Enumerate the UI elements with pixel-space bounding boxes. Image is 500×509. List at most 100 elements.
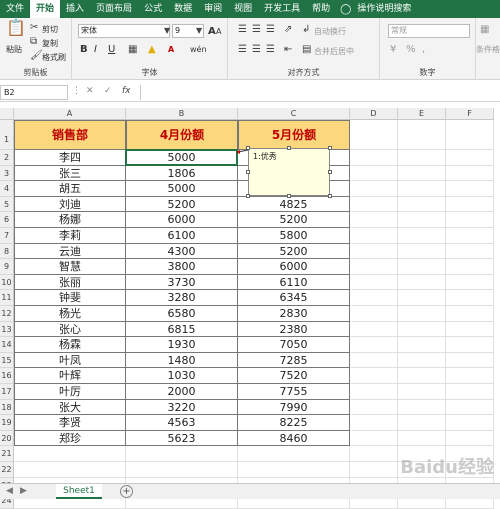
conditional-format-button[interactable]: 条件格 — [476, 44, 500, 55]
table-cell[interactable]: 5200 — [126, 196, 238, 213]
table-cell[interactable] — [350, 150, 398, 166]
table-cell[interactable]: 钟斐 — [14, 290, 126, 306]
table-cell[interactable]: 李莉 — [14, 228, 126, 244]
table-cell[interactable] — [350, 415, 398, 431]
column-header-d[interactable]: D — [350, 108, 398, 120]
table-cell[interactable] — [350, 321, 398, 338]
name-box[interactable]: B2 — [0, 85, 68, 100]
row-header[interactable]: 14 — [0, 337, 14, 353]
format-painter-button[interactable]: 格式刷 — [42, 52, 66, 63]
table-cell[interactable]: 郑珍 — [14, 430, 126, 447]
currency-icon[interactable]: ¥ — [390, 44, 396, 56]
table-cell[interactable] — [350, 384, 398, 400]
number-format-select[interactable]: 常规 — [388, 24, 470, 38]
table-cell[interactable] — [350, 368, 398, 384]
table-cell[interactable] — [398, 384, 446, 400]
cell-comment[interactable]: 1:优秀 — [248, 148, 330, 196]
table-cell[interactable] — [350, 274, 398, 291]
row-header[interactable]: 13 — [0, 321, 14, 338]
resize-handle[interactable] — [246, 194, 250, 198]
align-bottom-icon[interactable]: ☰ — [266, 24, 275, 36]
table-cell[interactable] — [446, 181, 494, 197]
row-header[interactable]: 11 — [0, 290, 14, 306]
wrap-text-button[interactable]: 自动换行 — [314, 26, 346, 37]
table-cell[interactable] — [398, 290, 446, 306]
tab-view[interactable]: 视图 — [228, 0, 258, 18]
table-cell[interactable] — [398, 337, 446, 353]
row-header[interactable]: 10 — [0, 274, 14, 291]
scissors-icon[interactable]: ✂ — [30, 22, 38, 34]
table-cell[interactable] — [398, 415, 446, 431]
table-cell[interactable]: 张三 — [14, 165, 126, 182]
row-header[interactable]: 2 — [0, 150, 14, 166]
next-sheet-icon[interactable]: ▶ — [20, 486, 27, 496]
borders-icon[interactable]: ▦ — [128, 44, 137, 56]
cancel-icon[interactable]: ✕ — [86, 86, 94, 96]
align-center-icon[interactable]: ☰ — [252, 44, 261, 56]
tell-me-search[interactable]: 操作说明搜索 — [351, 0, 417, 18]
table-cell[interactable]: 叶辉 — [14, 368, 126, 384]
table-cell[interactable] — [446, 120, 494, 150]
table-cell[interactable] — [398, 430, 446, 447]
column-header-b[interactable]: B — [126, 108, 238, 120]
table-cell[interactable] — [398, 259, 446, 275]
table-cell[interactable] — [350, 430, 398, 447]
table-cell[interactable] — [350, 212, 398, 228]
table-cell[interactable]: 5800 — [238, 228, 350, 244]
table-cell[interactable] — [350, 228, 398, 244]
table-cell[interactable]: 6000 — [238, 259, 350, 275]
row-header[interactable]: 17 — [0, 384, 14, 400]
chevron-down-icon[interactable]: ▼ — [164, 25, 170, 37]
table-cell[interactable]: 李四 — [14, 150, 126, 166]
row-header[interactable]: 8 — [0, 243, 14, 260]
table-cell[interactable]: 张心 — [14, 321, 126, 338]
table-cell[interactable]: 2380 — [238, 321, 350, 338]
grow-font-button[interactable]: A — [208, 26, 216, 37]
table-cell[interactable]: 张丽 — [14, 274, 126, 291]
table-cell[interactable] — [14, 462, 126, 478]
percent-icon[interactable]: % — [406, 44, 416, 56]
table-cell[interactable] — [398, 352, 446, 369]
table-cell[interactable]: 1030 — [126, 368, 238, 384]
table-cell[interactable]: 5200 — [238, 212, 350, 228]
merge-center-button[interactable]: 合并后居中 — [314, 46, 354, 57]
table-cell[interactable]: 8460 — [238, 430, 350, 447]
resize-handle[interactable] — [287, 194, 291, 198]
table-cell[interactable] — [398, 196, 446, 213]
table-cell[interactable]: 1480 — [126, 352, 238, 369]
underline-button[interactable]: U — [108, 44, 115, 55]
table-cell[interactable] — [350, 462, 398, 478]
table-cell[interactable]: 7990 — [238, 399, 350, 416]
table-cell[interactable]: 叶凤 — [14, 352, 126, 369]
resize-handle[interactable] — [328, 170, 332, 174]
tab-file[interactable]: 文件 — [0, 0, 30, 18]
row-header[interactable]: 20 — [0, 430, 14, 447]
table-cell[interactable]: 7050 — [238, 337, 350, 353]
chevron-down-icon[interactable]: ▼ — [196, 25, 202, 37]
row-header[interactable]: 21 — [0, 446, 14, 462]
tab-formulas[interactable]: 公式 — [138, 0, 168, 18]
table-cell[interactable] — [14, 446, 126, 462]
row-header[interactable]: 1 — [0, 120, 14, 150]
align-top-icon[interactable]: ☰ — [238, 24, 247, 36]
resize-handle[interactable] — [328, 146, 332, 150]
table-cell[interactable]: 叶厉 — [14, 384, 126, 400]
row-header[interactable]: 15 — [0, 352, 14, 369]
table-cell[interactable]: 2830 — [238, 306, 350, 322]
indent-icon[interactable]: ⇤ — [284, 44, 292, 56]
table-cell[interactable]: 8225 — [238, 415, 350, 431]
table-cell[interactable]: 1930 — [126, 337, 238, 353]
table-cell[interactable]: 3800 — [126, 259, 238, 275]
table-cell[interactable]: 1806 — [126, 165, 238, 182]
table-cell[interactable] — [446, 430, 494, 447]
table-cell[interactable]: 6110 — [238, 274, 350, 291]
table-cell[interactable]: 智慧 — [14, 259, 126, 275]
shrink-font-button[interactable]: A — [216, 27, 221, 36]
table-cell[interactable]: 刘迪 — [14, 196, 126, 213]
table-cell[interactable] — [446, 399, 494, 416]
table-cell[interactable] — [398, 150, 446, 166]
prev-sheet-icon[interactable]: ◀ — [6, 486, 13, 496]
row-header[interactable]: 19 — [0, 415, 14, 431]
table-cell[interactable]: 李贤 — [14, 415, 126, 431]
table-cell[interactable]: 7285 — [238, 352, 350, 369]
